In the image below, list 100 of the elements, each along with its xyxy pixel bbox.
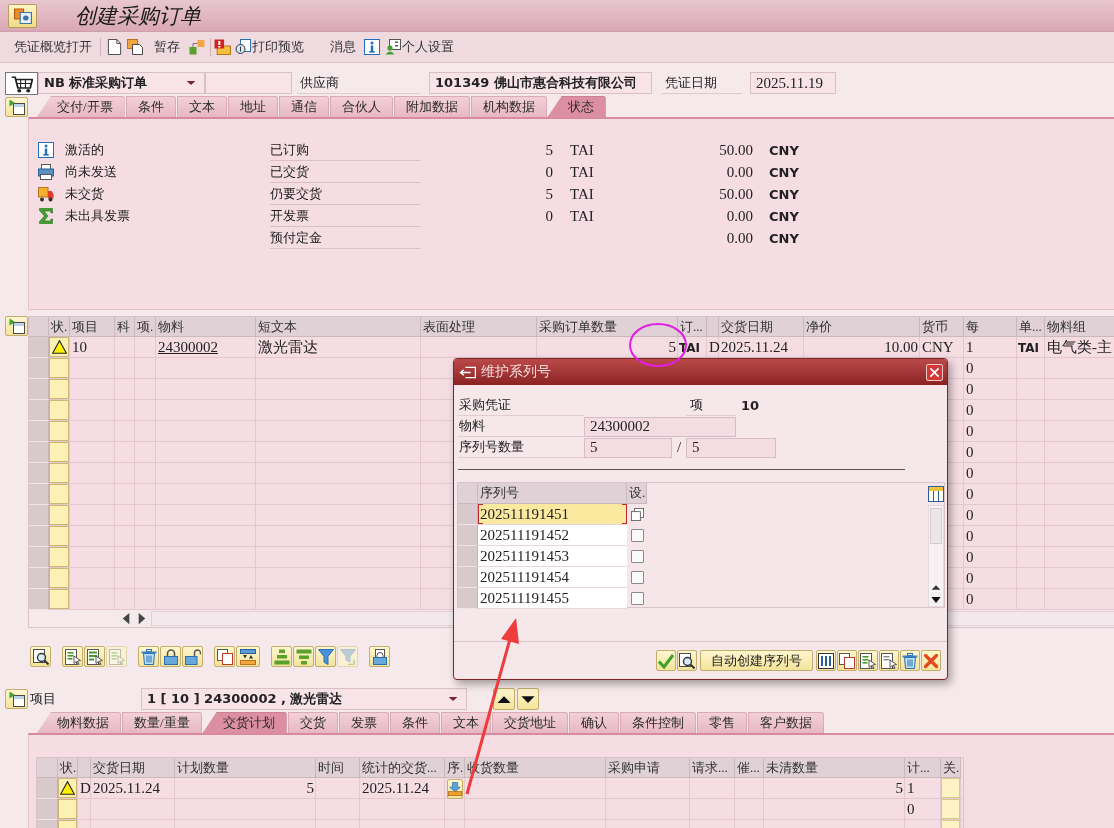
tab[interactable]: 地址 <box>227 96 278 117</box>
order-type-dropdown[interactable]: NB 标准采购订单 <box>38 72 205 94</box>
column-header[interactable]: 计划数量 <box>175 758 316 778</box>
date-field[interactable]: 2025.11.19 <box>750 72 836 94</box>
column-header[interactable]: 交货日期 <box>719 317 804 337</box>
column-header[interactable]: 单... <box>1017 317 1045 337</box>
toggle-button[interactable] <box>5 689 28 709</box>
tab[interactable]: 附加数据 <box>393 96 470 117</box>
scroll-down-icon[interactable] <box>930 596 941 604</box>
column-header[interactable]: 短文本 <box>256 317 421 337</box>
serial-total-field[interactable]: 5 <box>686 437 776 458</box>
document-icon[interactable] <box>107 39 122 55</box>
scrollbar-track[interactable] <box>927 505 944 607</box>
tab[interactable]: 数量/重量 <box>122 712 202 733</box>
column-header[interactable]: 表面处理 <box>421 317 537 337</box>
cancel-button[interactable] <box>921 650 941 671</box>
delete-button[interactable] <box>900 650 920 671</box>
toggle-button[interactable] <box>5 316 28 336</box>
tab[interactable]: 状态 <box>547 96 606 117</box>
close-button[interactable] <box>926 363 943 381</box>
tab[interactable]: 文本 <box>176 96 227 117</box>
toolbar-button[interactable]: 暂存 <box>152 36 182 58</box>
tab[interactable]: 合伙人 <box>329 96 393 117</box>
column-header[interactable]: 净价 <box>804 317 920 337</box>
toolbar-button[interactable] <box>182 646 203 667</box>
column-header[interactable]: 项目 <box>70 317 115 337</box>
tab[interactable]: 条件控制 <box>619 712 696 733</box>
menu-button[interactable] <box>8 3 37 28</box>
tab[interactable]: 客户数据 <box>747 712 824 733</box>
toolbar-button[interactable] <box>62 646 83 667</box>
supplier-field[interactable]: 101349 佛山市惠合科技有限公司 <box>429 72 652 94</box>
input-field[interactable] <box>941 799 960 819</box>
stacked-squares-icon[interactable] <box>630 508 644 521</box>
column-header[interactable]: 状. <box>58 758 78 778</box>
tab[interactable]: 文本 <box>440 712 491 733</box>
column-header[interactable]: 采购订单数量 <box>537 317 678 337</box>
column-header[interactable]: 序. <box>445 758 465 778</box>
input-field[interactable] <box>205 72 292 94</box>
column-header[interactable]: 状. <box>49 317 70 337</box>
toolbar-button[interactable] <box>30 646 51 667</box>
tab[interactable]: 交付/开票 <box>37 96 125 117</box>
tab[interactable]: 机构数据 <box>470 96 547 117</box>
tab[interactable]: 条件 <box>389 712 440 733</box>
column-header[interactable]: 催... <box>735 758 764 778</box>
serial-number-field[interactable]: 202511191451 <box>478 504 627 525</box>
columns-button[interactable] <box>816 650 836 671</box>
column-header[interactable]: 科 <box>115 317 135 337</box>
material-link[interactable]: 24300002 <box>158 339 218 356</box>
scrollbar-thumb[interactable] <box>929 508 942 544</box>
toolbar-button[interactable] <box>236 646 260 667</box>
tab[interactable]: 交货 <box>287 712 338 733</box>
tab[interactable]: 通信 <box>278 96 329 117</box>
search-button[interactable] <box>677 650 697 671</box>
table-settings-icon[interactable] <box>927 486 944 502</box>
column-header[interactable]: 统计的交货... <box>360 758 445 778</box>
column-header[interactable]: 时间 <box>316 758 360 778</box>
column-header[interactable]: 采购申请 <box>606 758 690 778</box>
auto-create-button[interactable]: 自动创建序列号 <box>700 650 813 671</box>
print-preview-button[interactable]: 打印预览 <box>233 36 306 58</box>
copy-button[interactable] <box>837 650 857 671</box>
tab[interactable]: 确认 <box>568 712 619 733</box>
toolbar-button[interactable] <box>84 646 105 667</box>
column-header[interactable]: 关. <box>941 758 961 778</box>
deselect-button[interactable] <box>879 650 899 671</box>
toolbar-button[interactable]: 消息 <box>328 36 358 58</box>
toolbar-button[interactable] <box>214 646 235 667</box>
serial-number-field[interactable]: 202511191454 <box>478 567 627 588</box>
serial-number-field[interactable]: 202511191455 <box>478 588 627 609</box>
checkbox[interactable] <box>630 592 644 605</box>
column-header[interactable]: 序列号 <box>478 483 627 504</box>
column-header[interactable]: 货币 <box>920 317 964 337</box>
serial-count-field[interactable]: 5 <box>584 437 672 458</box>
serial-number-field[interactable]: 202511191453 <box>478 546 627 567</box>
item-dropdown[interactable]: 1 [ 10 ] 24300002 , 激光雷达 <box>141 688 467 710</box>
serial-number-field[interactable]: 202511191452 <box>478 525 627 546</box>
toolbar-button[interactable] <box>369 646 390 667</box>
toolbar-button[interactable] <box>160 646 181 667</box>
folder-document-icon[interactable] <box>127 39 143 55</box>
column-header[interactable]: 请求... <box>690 758 735 778</box>
tab[interactable]: 交货地址 <box>491 712 568 733</box>
toggle-button[interactable] <box>5 97 28 117</box>
shapes-icon[interactable] <box>189 39 205 55</box>
checkbox[interactable] <box>630 571 644 584</box>
tab[interactable]: 零售 <box>696 712 747 733</box>
tab[interactable]: 条件 <box>125 96 176 117</box>
tab[interactable]: 发票 <box>338 712 389 733</box>
column-header[interactable]: 订... <box>678 317 707 337</box>
info-icon[interactable] <box>364 39 380 55</box>
material-field[interactable]: 24300002 <box>584 416 736 437</box>
input-field[interactable] <box>941 778 960 798</box>
scroll-up-icon[interactable] <box>930 583 941 592</box>
checkbox[interactable] <box>630 550 644 563</box>
checkbox[interactable] <box>630 529 644 542</box>
personal-settings-button[interactable]: 个人设置 <box>383 36 456 58</box>
tab[interactable]: 物料数据 <box>37 712 121 733</box>
cart-button[interactable] <box>5 72 38 95</box>
column-header[interactable]: 计... <box>905 758 941 778</box>
column-header[interactable]: 项. <box>135 317 156 337</box>
column-header[interactable]: 未清数量 <box>764 758 905 778</box>
next-item-button[interactable] <box>517 688 539 710</box>
